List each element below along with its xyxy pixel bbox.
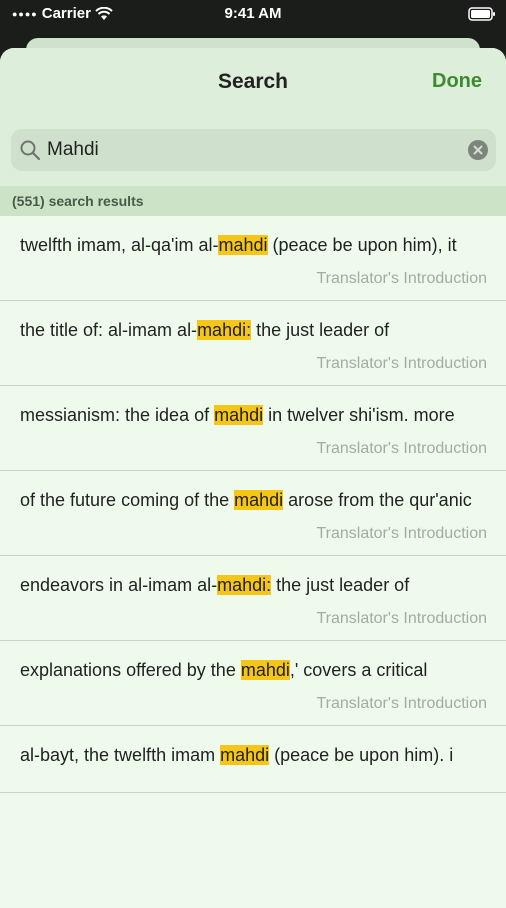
result-snippet: messianism: the idea of mahdi in twelver…	[20, 405, 455, 425]
search-input[interactable]	[47, 135, 457, 165]
done-button[interactable]: Done	[432, 70, 482, 93]
result-snippet: endeavors in al-imam al-mahdi: the just …	[20, 575, 410, 595]
result-snippet: the title of: al-imam al-mahdi: the just…	[20, 320, 390, 340]
result-source: Translator's Introduction	[316, 525, 487, 542]
result-source: Translator's Introduction	[316, 695, 487, 712]
search-field[interactable]	[11, 129, 496, 171]
result-source: Translator's Introduction	[316, 610, 487, 627]
result-item[interactable]: messianism: the idea of mahdi in twelver…	[0, 386, 506, 471]
result-item[interactable]: of the future coming of the mahdi arose …	[0, 471, 506, 556]
result-source: Translator's Introduction	[316, 355, 487, 372]
clock: 9:41 AM	[224, 5, 282, 22]
search-match-highlight: mahdi:	[217, 575, 272, 595]
search-match-highlight: mahdi:	[197, 320, 252, 340]
results-list: twelfth imam, al-qa'im al-mahdi (peace b…	[0, 216, 506, 793]
result-snippet: al-bayt, the twelfth imam mahdi (peace b…	[20, 745, 454, 765]
result-snippet: of the future coming of the mahdi arose …	[20, 490, 472, 510]
result-source: Translator's Introduction	[316, 440, 487, 457]
search-match-highlight: mahdi	[218, 235, 268, 255]
search-bar	[0, 116, 506, 186]
search-match-highlight: mahdi	[214, 405, 264, 425]
result-snippet: explanations offered by the mahdi,' cove…	[20, 660, 428, 680]
result-item[interactable]: al-bayt, the twelfth imam mahdi (peace b…	[0, 726, 506, 793]
page-title: Search	[217, 70, 289, 93]
search-match-highlight: mahdi	[234, 490, 284, 510]
navigation-bar: Search Done	[0, 48, 506, 116]
search-icon	[20, 140, 41, 161]
search-sheet: Search Done (551) search results twelfth…	[0, 48, 506, 908]
search-match-highlight: mahdi	[220, 745, 270, 765]
result-item[interactable]: endeavors in al-imam al-mahdi: the just …	[0, 556, 506, 641]
status-bar: ●●●● Carrier 9:41 AM	[0, 0, 506, 30]
result-source	[20, 768, 487, 792]
search-match-highlight: mahdi	[240, 660, 290, 680]
results-count: (551) search results	[0, 186, 506, 216]
result-item[interactable]: the title of: al-imam al-mahdi: the just…	[0, 301, 506, 386]
result-source: Translator's Introduction	[316, 270, 487, 287]
battery-icon	[468, 7, 495, 21]
result-item[interactable]: explanations offered by the mahdi,' cove…	[0, 641, 506, 726]
result-item[interactable]: twelfth imam, al-qa'im al-mahdi (peace b…	[0, 216, 506, 301]
clear-search-icon[interactable]	[468, 140, 488, 160]
result-snippet: twelfth imam, al-qa'im al-mahdi (peace b…	[20, 235, 457, 255]
